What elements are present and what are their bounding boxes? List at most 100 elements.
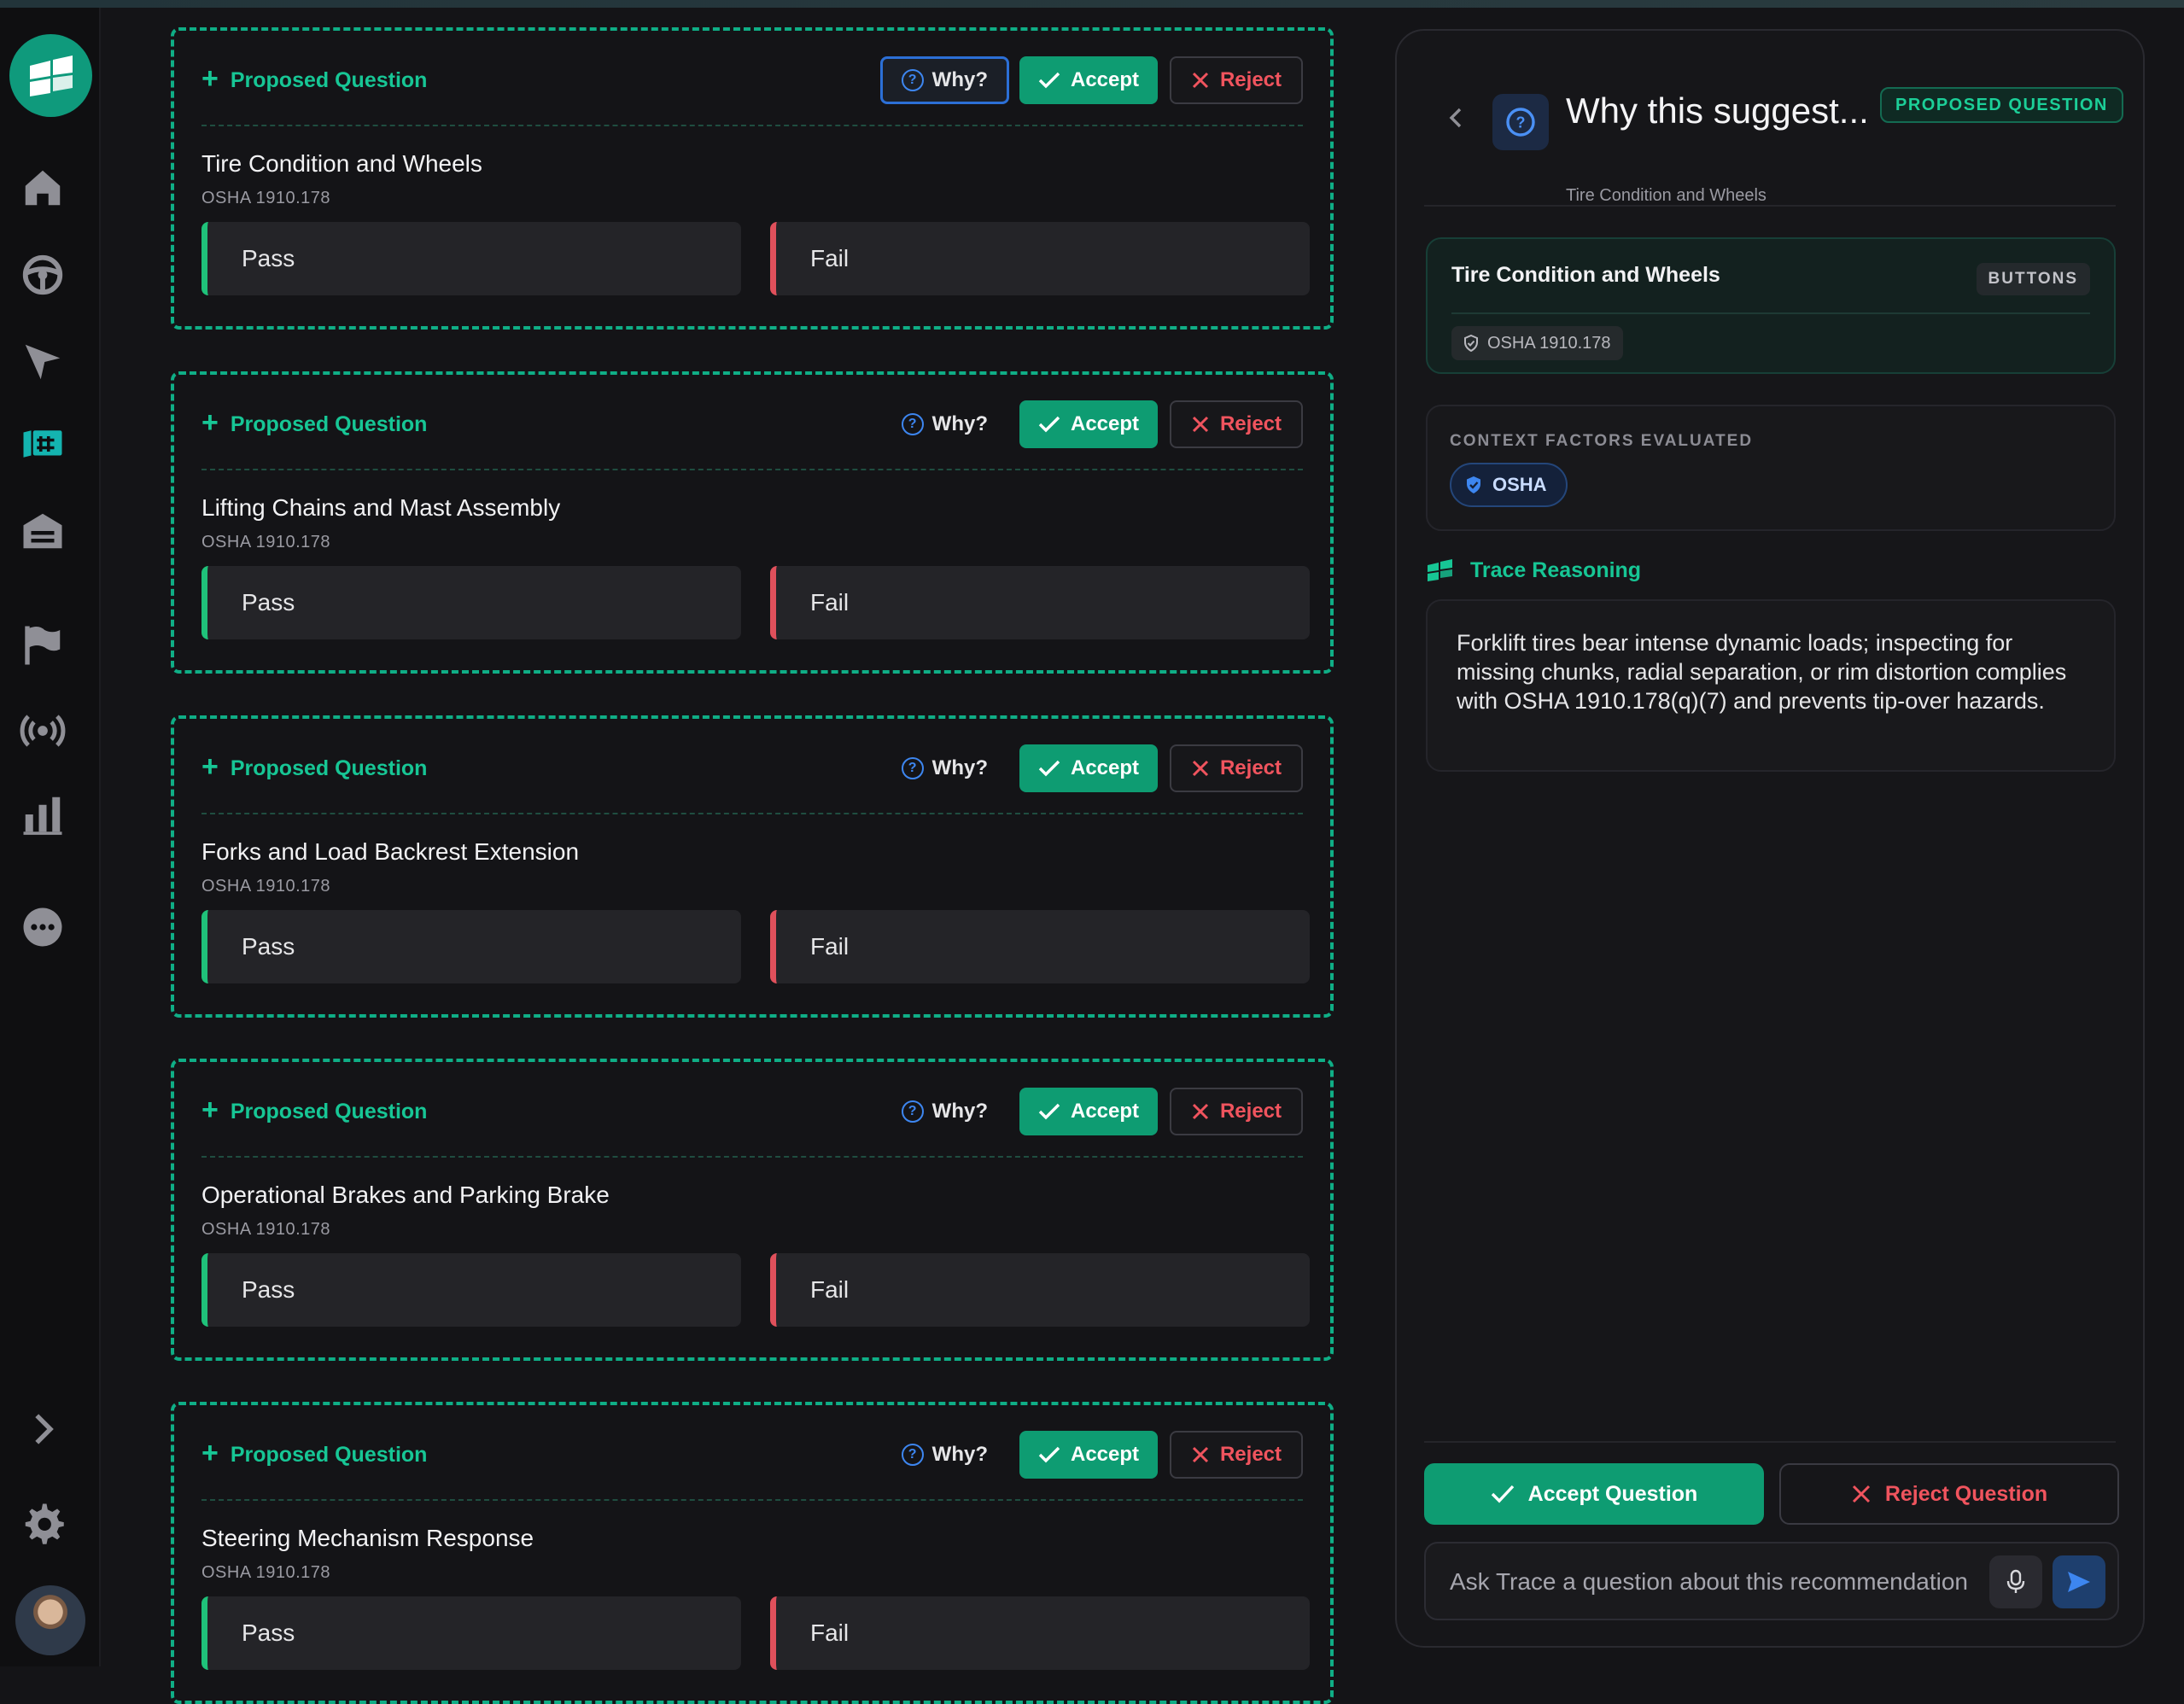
logo-icon <box>29 55 73 96</box>
question-reference: OSHA 1910.178 <box>201 1220 331 1239</box>
microphone-button[interactable] <box>1989 1555 2042 1608</box>
question-title: Lifting Chains and Mast Assembly <box>201 494 561 521</box>
question-circle-icon: ? <box>901 757 924 779</box>
shield-check-icon <box>1467 476 1480 493</box>
panel-title: Why this suggest... <box>1566 90 1869 131</box>
trace-reasoning-heading: Trace Reasoning <box>1426 553 1641 587</box>
proposed-label: + Proposed Question <box>201 1437 428 1469</box>
check-icon <box>1038 72 1060 89</box>
pass-option[interactable]: Pass <box>201 222 741 295</box>
pass-option[interactable]: Pass <box>201 1253 741 1327</box>
fail-option[interactable]: Fail <box>770 566 1310 639</box>
context-chip-osha[interactable]: OSHA <box>1450 463 1568 507</box>
accept-button[interactable]: Accept <box>1019 56 1158 104</box>
question-circle-icon: ? <box>1492 94 1549 150</box>
nav-bar-chart-icon[interactable] <box>16 788 69 841</box>
user-avatar[interactable] <box>15 1585 85 1655</box>
top-accent-bar <box>0 0 2184 8</box>
proposed-label: + Proposed Question <box>201 1094 428 1126</box>
why-suggestion-panel: ? Why this suggest... PROPOSED QUESTION … <box>1395 29 2145 1648</box>
fail-option[interactable]: Fail <box>770 1253 1310 1327</box>
context-label: CONTEXT FACTORS EVALUATED <box>1450 432 1754 450</box>
reject-button[interactable]: Reject <box>1170 56 1303 104</box>
proposed-question-card: + Proposed Question ? Why? Accept Reject… <box>171 1402 1334 1704</box>
nav-home-icon[interactable] <box>16 161 69 214</box>
question-title: Steering Mechanism Response <box>201 1525 534 1551</box>
check-icon <box>1038 1103 1060 1120</box>
ask-trace-input[interactable] <box>1450 1559 1979 1605</box>
send-button[interactable] <box>2053 1555 2105 1608</box>
reject-question-button[interactable]: Reject Question <box>1779 1463 2119 1525</box>
app-logo[interactable] <box>9 34 92 117</box>
why-button[interactable]: ? Why? <box>879 56 1009 104</box>
check-icon <box>1038 416 1060 433</box>
accept-button[interactable]: Accept <box>1019 1088 1158 1135</box>
card-divider <box>201 125 1303 126</box>
reject-button[interactable]: Reject <box>1170 1088 1303 1135</box>
panel-divider <box>1424 205 2116 207</box>
accept-question-button[interactable]: Accept Question <box>1424 1463 1764 1525</box>
summary-title: Tire Condition and Wheels <box>1451 263 1720 287</box>
nav-flag-icon[interactable] <box>16 619 69 672</box>
nav-broadcast-icon[interactable] <box>16 704 69 757</box>
question-circle-icon: ? <box>901 1444 924 1466</box>
question-reference: OSHA 1910.178 <box>201 189 331 207</box>
question-title: Tire Condition and Wheels <box>201 150 482 177</box>
expand-chevron-icon[interactable] <box>16 1403 69 1456</box>
question-circle-icon: ? <box>901 69 924 91</box>
summary-divider <box>1451 312 2090 314</box>
reference-tag: OSHA 1910.178 <box>1451 326 1623 360</box>
question-reference: OSHA 1910.178 <box>201 533 331 551</box>
accept-button[interactable]: Accept <box>1019 744 1158 792</box>
question-summary-card: Tire Condition and Wheels BUTTONS OSHA 1… <box>1426 237 2116 374</box>
proposed-label: + Proposed Question <box>201 62 428 95</box>
fail-option[interactable]: Fail <box>770 910 1310 983</box>
plus-icon: + <box>201 62 219 95</box>
trace-logo-icon <box>1428 559 1452 581</box>
fail-option[interactable]: Fail <box>770 222 1310 295</box>
question-circle-icon: ? <box>901 413 924 435</box>
panel-subtitle: Tire Condition and Wheels <box>1566 186 1766 205</box>
nav-navigation-arrow-icon[interactable] <box>16 336 69 388</box>
pass-option[interactable]: Pass <box>201 1596 741 1670</box>
why-button[interactable]: ? Why? <box>880 400 1009 448</box>
why-button[interactable]: ? Why? <box>880 1431 1009 1479</box>
close-icon <box>1192 760 1209 777</box>
question-title: Operational Brakes and Parking Brake <box>201 1182 610 1208</box>
check-icon <box>1038 760 1060 777</box>
question-circle-icon: ? <box>901 1100 924 1123</box>
shield-check-icon <box>1464 335 1478 352</box>
proposed-label: + Proposed Question <box>201 406 428 439</box>
ask-trace-box <box>1424 1542 2119 1620</box>
settings-gear-icon[interactable] <box>16 1497 69 1549</box>
fail-option[interactable]: Fail <box>770 1596 1310 1670</box>
nav-more-icon[interactable] <box>16 901 69 954</box>
nav-steering-wheel-icon[interactable] <box>16 248 69 301</box>
proposed-question-card: + Proposed Question ? Why? Accept Reject… <box>171 27 1334 330</box>
proposed-question-card: + Proposed Question ? Why? Accept Reject… <box>171 1059 1334 1361</box>
back-chevron-icon[interactable] <box>1443 101 1469 135</box>
proposed-question-card: + Proposed Question ? Why? Accept Reject… <box>171 715 1334 1018</box>
accept-button[interactable]: Accept <box>1019 1431 1158 1479</box>
plus-icon: + <box>201 1437 219 1469</box>
status-badge: PROPOSED QUESTION <box>1880 87 2123 123</box>
why-button[interactable]: ? Why? <box>880 1088 1009 1135</box>
accept-button[interactable]: Accept <box>1019 400 1158 448</box>
plus-icon: + <box>201 406 219 439</box>
send-arrow-icon <box>2068 1572 2090 1592</box>
close-icon <box>1192 1446 1209 1463</box>
pass-option[interactable]: Pass <box>201 566 741 639</box>
answer-type-badge: BUTTONS <box>1976 263 2090 295</box>
nav-warehouse-icon[interactable] <box>16 505 69 557</box>
microphone-icon <box>2006 1569 2025 1593</box>
reject-button[interactable]: Reject <box>1170 1431 1303 1479</box>
reject-button[interactable]: Reject <box>1170 744 1303 792</box>
pass-option[interactable]: Pass <box>201 910 741 983</box>
context-factors-card: CONTEXT FACTORS EVALUATED OSHA <box>1426 405 2116 531</box>
why-button[interactable]: ? Why? <box>880 744 1009 792</box>
nav-inspections-icon[interactable] <box>16 417 69 470</box>
close-icon <box>1192 416 1209 433</box>
reject-button[interactable]: Reject <box>1170 400 1303 448</box>
card-divider <box>201 469 1303 470</box>
reasoning-text: Forklift tires bear intense dynamic load… <box>1426 599 2116 772</box>
